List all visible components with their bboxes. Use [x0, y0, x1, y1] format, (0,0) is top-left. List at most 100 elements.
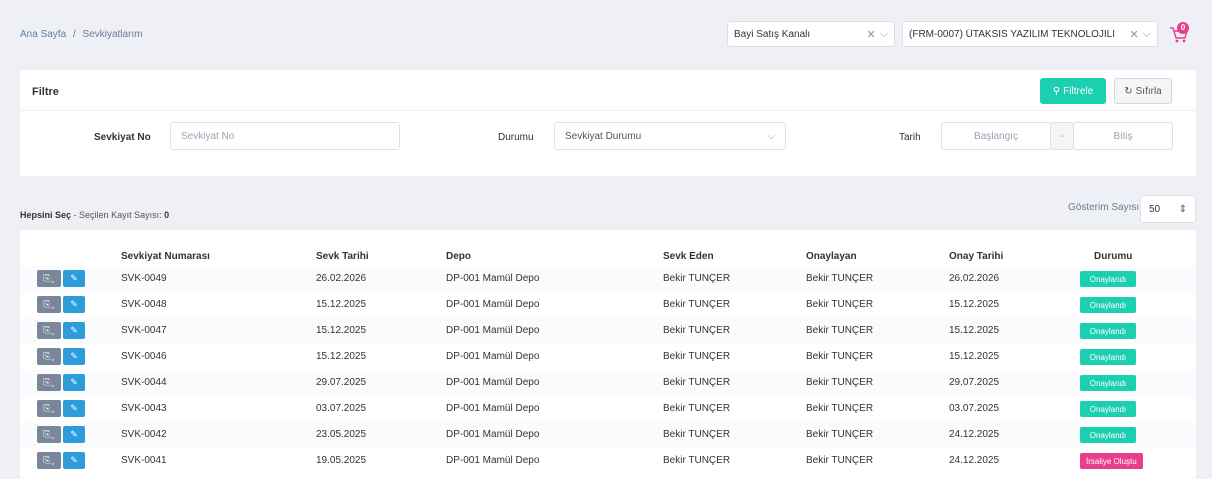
approve-date-cell: 29.07.2025	[949, 377, 1000, 388]
depot-cell: DP-001 Mamül Depo	[446, 429, 540, 440]
edit-button[interactable]: ✎	[63, 296, 85, 313]
company-select[interactable]: (FRM-0007) ÜTAKSİS YAZILIM TEKNOLOJİLİ ✕…	[902, 21, 1158, 47]
sort-icon: ⇕	[1178, 203, 1187, 215]
depot-cell: DP-001 Mamül Depo	[446, 403, 540, 414]
row-actions: ⎘⌄ ✎	[37, 400, 85, 417]
ship-date-cell: 23.05.2025	[316, 429, 367, 440]
shipment-no-cell: SVK-0047	[121, 325, 167, 336]
edit-button[interactable]: ✎	[63, 452, 85, 469]
approver-cell: Bekir TUNÇER	[806, 351, 874, 362]
export-dropdown-button[interactable]: ⎘⌄	[37, 426, 61, 443]
status-badge: İrsaliye Oluştu	[1080, 453, 1143, 469]
column-header: Onay Tarihi	[949, 251, 1004, 262]
export-dropdown-button[interactable]: ⎘⌄	[37, 270, 61, 287]
filter-button[interactable]: ⚲ Filtrele	[1040, 78, 1106, 104]
chevron-down-icon[interactable]: ⌵	[1143, 28, 1151, 41]
status-badge: Onaylandı	[1080, 349, 1136, 365]
date-end-input[interactable]: Bitiş	[1073, 122, 1173, 150]
approve-date-cell: 15.12.2025	[949, 351, 1000, 362]
approve-date-cell: 24.12.2025	[949, 455, 1000, 466]
clear-icon[interactable]: ✕	[866, 28, 875, 41]
status-select[interactable]: Sevkiyat Durumu ⌵	[554, 122, 786, 150]
column-header: Sevk Tarihi	[316, 251, 369, 262]
table-row[interactable]: ⎘⌄ ✎ SVK-0049 26.02.2026 DP-001 Mamül Depo Be…	[20, 266, 1196, 292]
date-separator: -	[1050, 122, 1074, 150]
status-badge: Onaylandı	[1080, 375, 1136, 391]
shipment-no-cell: SVK-0041	[121, 455, 167, 466]
approve-date-cell: 26.02.2026	[949, 273, 1000, 284]
show-count-select[interactable]: 50 ⇕	[1140, 195, 1196, 223]
row-actions: ⎘⌄ ✎	[37, 348, 85, 365]
depot-cell: DP-001 Mamül Depo	[446, 325, 540, 336]
approve-date-cell: 03.07.2025	[949, 403, 1000, 414]
status-badge: Onaylandı	[1080, 323, 1136, 339]
table-row[interactable]: ⎘⌄ ✎ SVK-0046 15.12.2025 DP-001 Mamül Depo Be…	[20, 344, 1196, 370]
selected-count-label: - Seçilen Kayıt Sayısı:	[73, 210, 162, 220]
shipped-by-cell: Bekir TUNÇER	[663, 455, 731, 466]
table-row[interactable]: ⎘⌄ ✎ SVK-0044 29.07.2025 DP-001 Mamül Depo Be…	[20, 370, 1196, 396]
date-label: Tarih	[899, 132, 921, 143]
cart-count-badge: 0	[1177, 22, 1189, 34]
filter-title: Filtre	[32, 86, 59, 98]
table-row[interactable]: ⎘⌄ ✎ SVK-0043 03.07.2025 DP-001 Mamül Depo Be…	[20, 396, 1196, 422]
select-all-link[interactable]: Hepsini Seç	[20, 210, 71, 220]
table-row[interactable]: ⎘⌄ ✎ SVK-0042 23.05.2025 DP-001 Mamül Depo Be…	[20, 422, 1196, 448]
export-dropdown-button[interactable]: ⎘⌄	[37, 296, 61, 313]
breadcrumb: Ana Sayfa / Sevkiyatlarım	[20, 29, 143, 40]
export-dropdown-button[interactable]: ⎘⌄	[37, 400, 61, 417]
column-header: Sevkiyat Numarası	[121, 251, 210, 262]
reset-button-label: Sıfırla	[1135, 85, 1162, 97]
ship-date-cell: 19.05.2025	[316, 455, 367, 466]
top-bar: Ana Sayfa / Sevkiyatlarım Bayi Satış Kan…	[0, 0, 1212, 68]
ship-date-cell: 29.07.2025	[316, 377, 367, 388]
status-badge: Onaylandı	[1080, 271, 1136, 287]
approver-cell: Bekir TUNÇER	[806, 403, 874, 414]
approve-date-cell: 24.12.2025	[949, 429, 1000, 440]
edit-button[interactable]: ✎	[63, 374, 85, 391]
export-dropdown-button[interactable]: ⎘⌄	[37, 322, 61, 339]
status-badge: Onaylandı	[1080, 297, 1136, 313]
edit-button[interactable]: ✎	[63, 270, 85, 287]
ship-date-cell: 15.12.2025	[316, 325, 367, 336]
shipment-no-cell: SVK-0043	[121, 403, 167, 414]
shipment-no-cell: SVK-0044	[121, 377, 167, 388]
ship-date-cell: 15.12.2025	[316, 299, 367, 310]
shipment-no-cell: SVK-0049	[121, 273, 167, 284]
table-row[interactable]: ⎘⌄ ✎ SVK-0041 19.05.2025 DP-001 Mamül Depo Be…	[20, 448, 1196, 474]
channel-select-value: Bayi Satış Kanalı	[734, 28, 811, 40]
breadcrumb-separator: /	[72, 29, 76, 40]
channel-select[interactable]: Bayi Satış Kanalı ✕ ⌵	[727, 21, 895, 47]
table-row[interactable]: ⎘⌄ ✎ SVK-0048 15.12.2025 DP-001 Mamül Depo Be…	[20, 292, 1196, 318]
table-row[interactable]: ⎘⌄ ✎ SVK-0047 15.12.2025 DP-001 Mamül Depo Be…	[20, 318, 1196, 344]
row-actions: ⎘⌄ ✎	[37, 270, 85, 287]
approver-cell: Bekir TUNÇER	[806, 299, 874, 310]
breadcrumb-home-link[interactable]: Ana Sayfa	[20, 29, 66, 40]
edit-button[interactable]: ✎	[63, 348, 85, 365]
edit-button[interactable]: ✎	[63, 400, 85, 417]
shipped-by-cell: Bekir TUNÇER	[663, 403, 731, 414]
edit-button[interactable]: ✎	[63, 322, 85, 339]
shipment-no-input[interactable]: Sevkiyat No	[170, 122, 400, 150]
depot-cell: DP-001 Mamül Depo	[446, 273, 540, 284]
row-actions: ⎘⌄ ✎	[37, 296, 85, 313]
clear-icon[interactable]: ✕	[1129, 28, 1138, 41]
approver-cell: Bekir TUNÇER	[806, 377, 874, 388]
approver-cell: Bekir TUNÇER	[806, 325, 874, 336]
depot-cell: DP-001 Mamül Depo	[446, 455, 540, 466]
status-select-value: Sevkiyat Durumu	[565, 130, 642, 142]
chevron-down-icon[interactable]: ⌵	[880, 28, 888, 41]
date-start-input[interactable]: Başlangıç	[941, 122, 1051, 150]
export-dropdown-button[interactable]: ⎘⌄	[37, 452, 61, 469]
export-dropdown-button[interactable]: ⎘⌄	[37, 348, 61, 365]
export-dropdown-button[interactable]: ⎘⌄	[37, 374, 61, 391]
divider	[20, 110, 1196, 111]
depot-cell: DP-001 Mamül Depo	[446, 351, 540, 362]
reset-button[interactable]: ↻ Sıfırla	[1114, 78, 1172, 104]
edit-button[interactable]: ✎	[63, 426, 85, 443]
approve-date-cell: 15.12.2025	[949, 325, 1000, 336]
approver-cell: Bekir TUNÇER	[806, 455, 874, 466]
show-count-label: Gösterim Sayısı	[1068, 202, 1140, 213]
shipped-by-cell: Bekir TUNÇER	[663, 377, 731, 388]
cart-button[interactable]: 0	[1169, 22, 1191, 46]
selected-count: 0	[164, 210, 170, 220]
